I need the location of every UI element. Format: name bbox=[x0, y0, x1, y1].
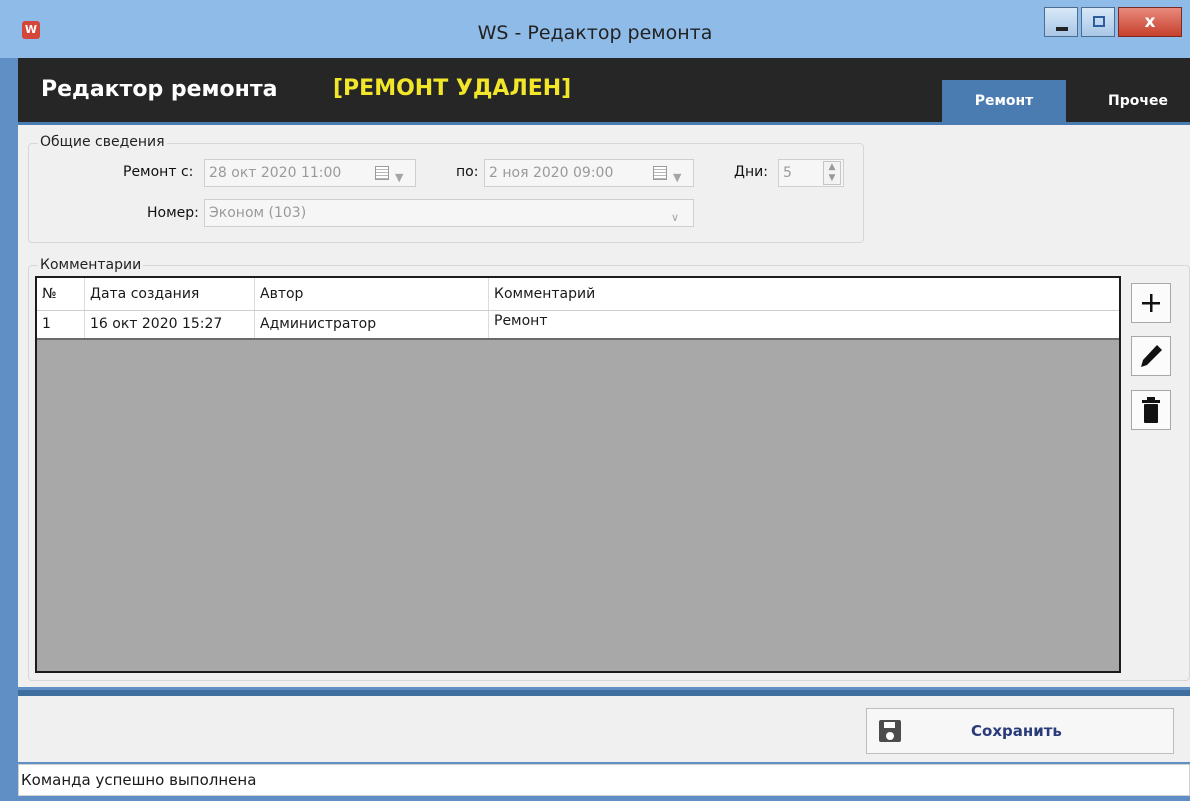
page-title: Редактор ремонта bbox=[41, 77, 278, 102]
plus-icon bbox=[1142, 294, 1160, 312]
maximize-icon bbox=[1093, 16, 1105, 27]
title-bar[interactable]: W WS - Редактор ремонта x bbox=[0, 0, 1190, 58]
row-author-cell: Администратор bbox=[255, 311, 489, 338]
repair-from-label: Ремонт с: bbox=[123, 164, 194, 180]
pencil-icon bbox=[1141, 345, 1162, 367]
delete-comment-button[interactable] bbox=[1131, 390, 1171, 430]
row-number-cell: 1 bbox=[37, 311, 85, 338]
minimize-icon bbox=[1056, 27, 1068, 31]
application-window: W WS - Редактор ремонта x Редактор ремон… bbox=[0, 0, 1190, 801]
table-row[interactable]: 1 16 окт 2020 15:27 Администратор Ремонт bbox=[37, 311, 1119, 340]
window-title: WS - Редактор ремонта bbox=[477, 22, 713, 44]
chevron-down-icon[interactable]: ▼ bbox=[673, 165, 681, 191]
repair-to-value: 2 ноя 2020 09:00 bbox=[489, 165, 614, 181]
calendar-icon[interactable] bbox=[653, 166, 667, 180]
spinner-arrows-icon[interactable]: ▲ ▼ bbox=[823, 161, 841, 185]
edit-comment-button[interactable] bbox=[1131, 336, 1171, 376]
row-comment-cell: Ремонт bbox=[494, 313, 548, 329]
general-info-group bbox=[28, 143, 864, 243]
editor-header: Редактор ремонта [РЕМОНТ УДАЛЕН] Ремонт … bbox=[18, 58, 1190, 122]
footer-bar: Сохранить bbox=[18, 696, 1190, 762]
deleted-status-badge: [РЕМОНТ УДАЛЕН] bbox=[333, 76, 572, 101]
column-author[interactable]: Автор bbox=[255, 278, 489, 310]
column-created-date[interactable]: Дата создания bbox=[85, 278, 255, 310]
minimize-button[interactable] bbox=[1044, 7, 1078, 37]
room-label: Номер: bbox=[147, 205, 199, 221]
days-spinner[interactable]: 5 ▲ ▼ bbox=[778, 159, 844, 187]
comments-caption: Комментарии bbox=[38, 257, 144, 273]
repair-to-label: по: bbox=[456, 164, 479, 180]
row-date-cell: 16 окт 2020 15:27 bbox=[85, 311, 255, 338]
room-value: Эконом (103) bbox=[209, 205, 307, 221]
trash-icon bbox=[1142, 397, 1160, 423]
days-label: Дни: bbox=[734, 164, 768, 180]
room-select[interactable]: Эконом (103) ∨ bbox=[204, 199, 694, 227]
add-comment-button[interactable] bbox=[1131, 283, 1171, 323]
column-comment[interactable]: Комментарий bbox=[489, 278, 1119, 310]
table-header: № Дата создания Автор Комментарий bbox=[37, 278, 1119, 311]
close-button[interactable]: x bbox=[1118, 7, 1182, 37]
status-bar: Команда успешно выполнена bbox=[18, 764, 1190, 796]
tab-repair[interactable]: Ремонт bbox=[942, 80, 1066, 122]
save-button[interactable]: Сохранить bbox=[866, 708, 1174, 754]
chevron-down-icon[interactable]: ∨ bbox=[671, 205, 679, 231]
repair-from-value: 28 окт 2020 11:00 bbox=[209, 165, 342, 181]
comments-table[interactable]: № Дата создания Автор Комментарий 1 16 о… bbox=[35, 276, 1121, 673]
calendar-icon[interactable] bbox=[375, 166, 389, 180]
repair-from-date-field[interactable]: 28 окт 2020 11:00 ▼ bbox=[204, 159, 416, 187]
editor-body: Общие сведения Ремонт с: 28 окт 2020 11:… bbox=[18, 125, 1190, 687]
maximize-button[interactable] bbox=[1081, 7, 1115, 37]
general-info-caption: Общие сведения bbox=[38, 134, 167, 150]
chevron-down-icon[interactable]: ▼ bbox=[395, 165, 403, 191]
repair-to-date-field[interactable]: 2 ноя 2020 09:00 ▼ bbox=[484, 159, 694, 187]
column-number[interactable]: № bbox=[37, 278, 85, 310]
days-value: 5 bbox=[783, 165, 792, 181]
save-button-label: Сохранить bbox=[971, 722, 1062, 740]
floppy-disk-icon bbox=[879, 720, 901, 742]
tab-other[interactable]: Прочее bbox=[1086, 80, 1190, 122]
